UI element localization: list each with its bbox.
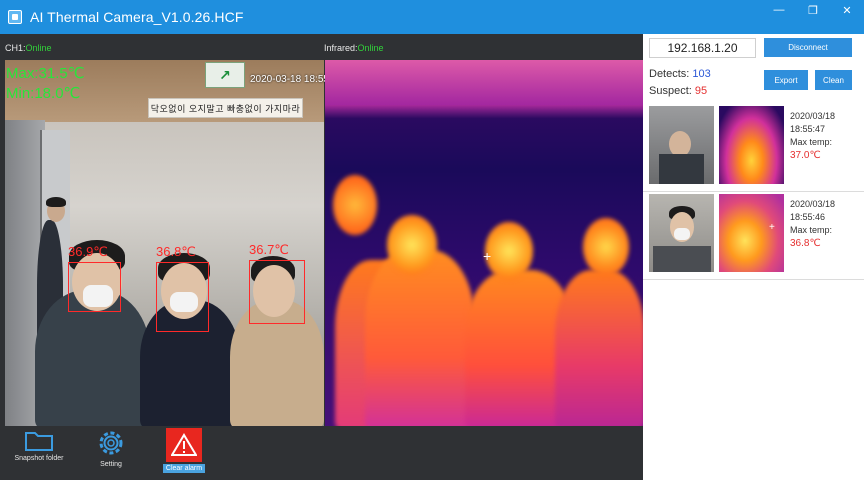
setting-button[interactable]: Setting xyxy=(76,428,146,478)
record-info: 2020/03/18 18:55:46 Max temp: 36.8℃ xyxy=(790,198,835,250)
folder-icon xyxy=(25,432,53,451)
snapshot-folder-button[interactable]: Snapshot folder xyxy=(4,428,74,478)
crosshair-icon: + xyxy=(769,222,775,233)
ir-ceiling-band xyxy=(325,60,643,105)
clear-alarm-label: Clear alarm xyxy=(162,464,206,473)
ir-body-1 xyxy=(365,250,475,426)
record-temp: 36.8℃ xyxy=(790,238,821,249)
maximize-button[interactable]: ❐ xyxy=(796,0,830,20)
record-max-label: Max temp: xyxy=(790,137,833,147)
min-temp-readout: Min:18.0℃ xyxy=(6,85,81,102)
detects-count: 103 xyxy=(692,68,711,80)
record-info: 2020/03/18 18:55:47 Max temp: 37.0℃ xyxy=(790,110,835,162)
thumb-mask xyxy=(674,228,690,240)
ir-body-3 xyxy=(555,270,643,426)
clean-button[interactable]: Clean xyxy=(815,70,852,90)
disconnect-button[interactable]: Disconnect xyxy=(764,38,852,57)
alarm-icon-box xyxy=(166,428,202,462)
record-time: 18:55:47 xyxy=(790,124,826,134)
ir-head-1 xyxy=(387,215,437,275)
suspect-count: 95 xyxy=(694,85,708,97)
record-max-label: Max temp: xyxy=(790,225,833,235)
max-temp-readout: Max:31.5℃ xyxy=(6,65,85,82)
record-temp: 37.0℃ xyxy=(790,150,821,161)
gear-icon xyxy=(99,431,123,455)
infrared-status: Online xyxy=(357,43,384,53)
detects-label: Detects: xyxy=(649,68,690,80)
infrared-label: Infrared: xyxy=(324,43,358,53)
window-controls: — ❐ ✕ xyxy=(762,0,864,20)
face-box-2 xyxy=(156,262,209,332)
visible-camera-view[interactable]: ↗ 닥오없이 오지말고 빠충없이 가지마라 36.9℃ 36.8℃ 36.7℃ xyxy=(5,60,324,426)
window-title: AI Thermal Camera_V1.0.26.HCF xyxy=(30,9,244,25)
face-temp-2: 36.8℃ xyxy=(156,244,196,259)
status-panel: 192.168.1.20 Disconnect Detects: 103 Sus… xyxy=(643,34,864,480)
warning-icon xyxy=(171,433,197,456)
ch1-status: Online xyxy=(25,43,52,53)
exit-sign-glyph: ↗ xyxy=(219,66,231,83)
app-icon xyxy=(8,10,22,24)
record-infrared-thumbnail[interactable]: + xyxy=(719,194,784,272)
ch1-status-row: CH1:Online xyxy=(5,43,52,53)
ch1-label: CH1: xyxy=(5,43,26,53)
record-date: 2020/03/18 xyxy=(790,111,836,121)
minimize-button[interactable]: — xyxy=(762,0,796,20)
thumb-body xyxy=(653,246,711,272)
face-temp-1: 36.9℃ xyxy=(68,244,108,259)
clear-alarm-button[interactable]: Clear alarm xyxy=(149,428,219,478)
person-background-hair xyxy=(46,197,66,207)
face-temp-3: 36.7℃ xyxy=(249,242,289,257)
snapshot-folder-label: Snapshot folder xyxy=(14,455,64,462)
close-button[interactable]: ✕ xyxy=(830,0,864,20)
infrared-status-row: Infrared:Online xyxy=(324,43,384,53)
record-infrared-thumbnail[interactable] xyxy=(719,106,784,184)
record-visible-thumbnail[interactable] xyxy=(649,106,714,184)
face-box-3 xyxy=(249,260,305,324)
wall-sign: 닥오없이 오지말고 빠충없이 가지마라 xyxy=(148,98,303,118)
infrared-camera-view[interactable]: + xyxy=(325,60,643,426)
record-card[interactable]: 2020/03/18 18:55:47 Max temp: 37.0℃ xyxy=(643,106,864,192)
record-card[interactable]: + 2020/03/18 18:55:46 Max temp: 36.8℃ xyxy=(643,194,864,280)
ip-address-field[interactable]: 192.168.1.20 xyxy=(649,38,756,58)
suspect-label: Suspect: xyxy=(649,85,692,97)
crosshair-icon: + xyxy=(483,248,492,264)
thumb-body xyxy=(659,154,704,184)
record-visible-thumbnail[interactable] xyxy=(649,194,714,272)
suspect-stat: Suspect: 95 xyxy=(649,85,707,97)
export-button[interactable]: Export xyxy=(764,70,808,90)
record-date: 2020/03/18 xyxy=(790,199,836,209)
exit-sign: ↗ xyxy=(205,62,245,88)
title-bar: AI Thermal Camera_V1.0.26.HCF — ❐ ✕ xyxy=(0,0,864,34)
face-box-1 xyxy=(68,262,121,312)
setting-label: Setting xyxy=(100,461,122,468)
ir-head-2 xyxy=(485,222,533,280)
ir-head-left xyxy=(333,175,377,235)
detects-stat: Detects: 103 xyxy=(649,68,711,80)
record-time: 18:55:46 xyxy=(790,212,826,222)
ir-head-3 xyxy=(583,218,629,276)
